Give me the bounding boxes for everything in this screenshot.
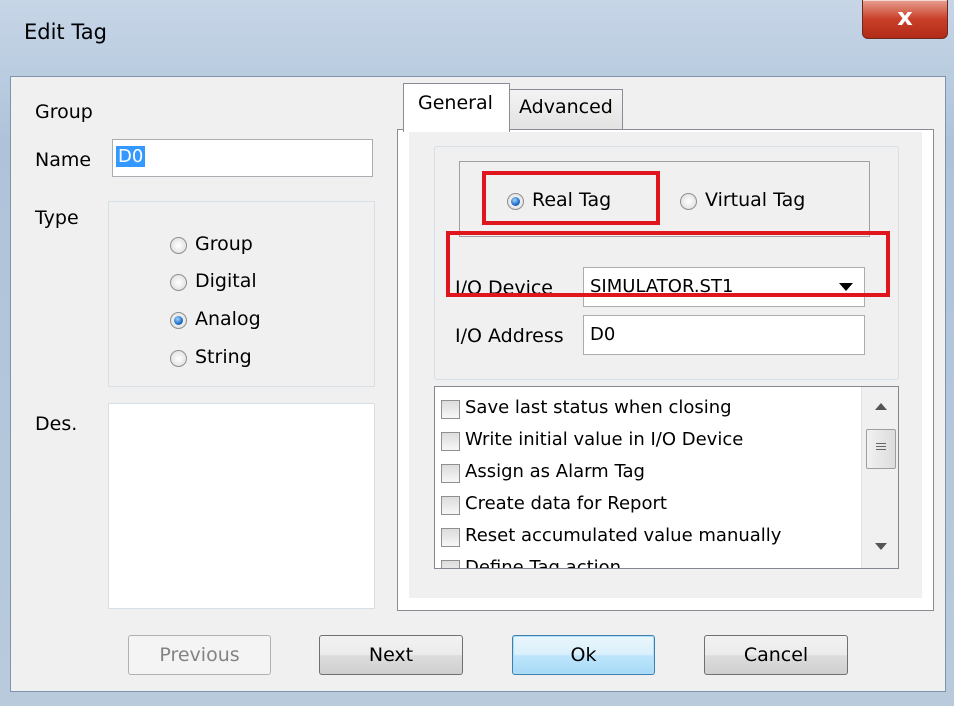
radio-digital[interactable]: [170, 274, 187, 291]
virtual-tag-label: Virtual Tag: [705, 189, 806, 211]
name-input-value: D0: [116, 146, 146, 167]
type-option-label: String: [195, 346, 252, 368]
option-checkbox[interactable]: [441, 464, 460, 483]
options-list-items: Save last status when closing Write initi…: [441, 395, 851, 569]
radio-virtual-tag[interactable]: [680, 193, 697, 210]
io-address-value: D0: [590, 324, 616, 345]
type-option-label: Analog: [195, 308, 261, 330]
option-checkbox[interactable]: [441, 560, 460, 568]
radio-analog[interactable]: [170, 312, 187, 329]
name-label: Name: [35, 149, 92, 171]
title-bar[interactable]: Edit Tag x: [0, 0, 954, 76]
ok-button[interactable]: Ok: [512, 635, 655, 675]
tab-advanced-label: Advanced: [519, 96, 613, 118]
next-button[interactable]: Next: [319, 635, 463, 675]
option-item[interactable]: Reset accumulated value manually: [441, 523, 851, 555]
window-title: Edit Tag: [24, 20, 107, 44]
option-checkbox[interactable]: [441, 432, 460, 451]
option-checkbox[interactable]: [441, 400, 460, 419]
tab-advanced[interactable]: Advanced: [509, 89, 623, 129]
options-checklist[interactable]: Save last status when closing Write initi…: [434, 386, 899, 569]
type-option-label: Group: [195, 233, 253, 255]
scroll-down-icon[interactable]: [875, 543, 887, 551]
option-label: Assign as Alarm Tag: [465, 461, 645, 482]
close-button[interactable]: x: [862, 0, 948, 39]
tab-general[interactable]: General: [403, 83, 510, 132]
close-icon: x: [897, 3, 913, 31]
option-item[interactable]: Define Tag action: [441, 555, 851, 569]
option-item[interactable]: Write initial value in I/O Device: [441, 427, 851, 459]
option-label: Write initial value in I/O Device: [465, 429, 744, 450]
option-item[interactable]: Save last status when closing: [441, 395, 851, 427]
group-label: Group: [35, 101, 93, 123]
previous-button[interactable]: Previous: [128, 635, 271, 675]
option-label: Reset accumulated value manually: [465, 525, 782, 546]
cancel-button[interactable]: Cancel: [704, 635, 848, 675]
type-option-label: Digital: [195, 270, 257, 292]
scroll-up-icon[interactable]: [875, 403, 887, 411]
radio-string[interactable]: [170, 350, 187, 367]
radio-group[interactable]: [170, 237, 187, 254]
dialog-client-area: Group Name D0 Type Group Digital Analog …: [10, 76, 946, 692]
real-tag-highlight: [482, 171, 660, 225]
type-label: Type: [35, 207, 79, 229]
option-item[interactable]: Assign as Alarm Tag: [441, 459, 851, 491]
edit-tag-window: Edit Tag x Group Name D0 Type Group Digi…: [0, 0, 954, 706]
options-scrollbar[interactable]: [861, 387, 898, 568]
io-address-input[interactable]: D0: [583, 315, 865, 355]
tab-general-label: General: [418, 92, 493, 114]
type-groupbox: Group Digital Analog String: [108, 201, 375, 387]
tab-panel-general: Real Tag Virtual Tag I/O Device SIMULATO…: [397, 129, 934, 611]
description-label: Des.: [35, 413, 78, 435]
name-input[interactable]: D0: [112, 139, 373, 177]
description-input[interactable]: [108, 403, 375, 609]
option-checkbox[interactable]: [441, 496, 460, 515]
option-label: Define Tag action: [465, 557, 622, 569]
option-item[interactable]: Create data for Report: [441, 491, 851, 523]
option-label: Create data for Report: [465, 493, 667, 514]
grip-icon: [876, 443, 886, 444]
io-device-highlight: [446, 231, 890, 297]
scroll-thumb[interactable]: [866, 429, 896, 469]
option-label: Save last status when closing: [465, 397, 732, 418]
option-checkbox[interactable]: [441, 528, 460, 547]
io-address-label: I/O Address: [455, 325, 564, 347]
